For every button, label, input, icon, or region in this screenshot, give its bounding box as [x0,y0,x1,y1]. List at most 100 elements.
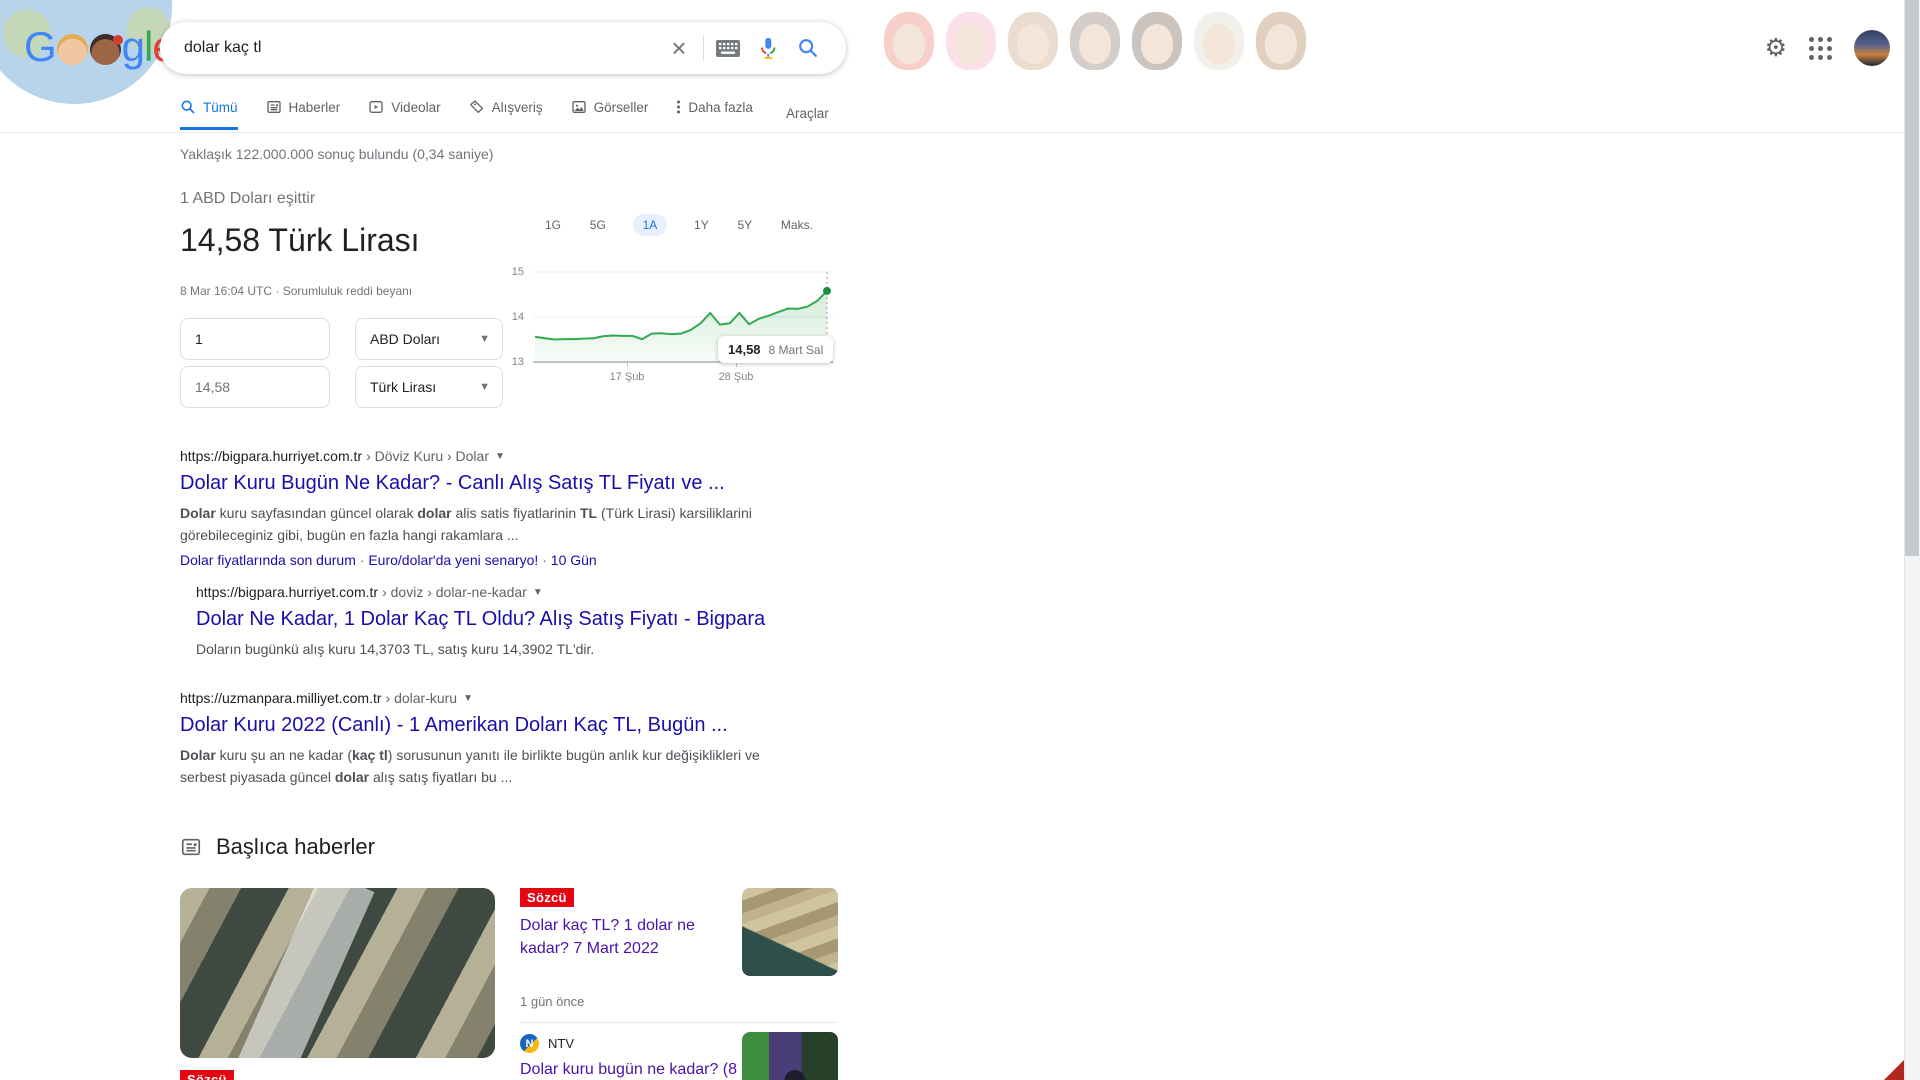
story-title-link[interactable]: Dolar kuru bugün ne kadar? (8 Mart 2022 … [520,1058,738,1080]
news-icon [180,836,202,858]
range-1a-selected[interactable]: 1A [633,214,668,236]
story-divider [520,1022,838,1023]
tab-images[interactable]: Görseller [571,99,649,127]
result-title-link[interactable]: Dolar Kuru 2022 (Canlı) - 1 Amerikan Dol… [180,714,820,737]
meta-separator: · [275,284,279,298]
logo-letter: G [24,26,56,68]
search-submit-icon[interactable] [788,28,828,68]
search-bar: × [160,22,846,74]
tab-videos[interactable]: Videolar [368,99,440,127]
search-input[interactable] [184,39,659,57]
result-cite[interactable]: https://bigpara.hurriyet.com.tr › doviz … [196,584,836,600]
top-stories-header: Başlıca haberler [180,834,375,860]
amount-to-input[interactable] [180,366,330,408]
sitelink[interactable]: Euro/dolar'da yeni senaryo! [368,552,538,568]
y-axis-tick: 13 [500,356,524,368]
result-cite[interactable]: https://uzmanpara.milliyet.com.tr › dola… [180,690,820,706]
ntv-logo-icon: N [520,1034,539,1053]
result-sitelinks: Dolar fiyatlarında son durum · Euro/dola… [180,552,820,568]
range-1g[interactable]: 1G [543,214,563,236]
tooltip-date: 8 Mart Sal [769,343,824,357]
story-thumbnail-dollars[interactable] [742,888,838,976]
result-url: https://bigpara.hurriyet.com.tr [180,448,362,464]
result-title-link[interactable]: Dolar Kuru Bugün Ne Kadar? - Canlı Alış … [180,472,820,495]
google-apps-icon[interactable] [1805,33,1836,64]
story-timestamp: 1 gün önce [520,994,584,1009]
breadcrumb: › dolar-kuru [386,690,458,706]
tab-more[interactable]: Daha fazla [676,99,753,127]
tab-label: Görseller [594,100,649,115]
top-story-image-dollar-bills[interactable] [180,888,495,1058]
amount-from-input[interactable] [180,318,330,360]
result-cite[interactable]: https://bigpara.hurriyet.com.tr › Döviz … [180,448,820,464]
tab-all[interactable]: Tümü [180,99,238,130]
result-options-icon[interactable]: ▼ [533,587,543,598]
range-1y[interactable]: 1Y [692,214,711,236]
profile-avatar[interactable] [1854,30,1890,66]
womens-day-doodle-banner[interactable] [884,12,1306,70]
sitelink[interactable]: 10 Gün [551,552,597,568]
chart-tooltip: 14,58 8 Mart Sal [718,336,833,363]
scrollbar-thumb[interactable] [1905,0,1919,556]
tools-button[interactable]: Araçlar [786,106,829,121]
mic-icon[interactable] [748,28,788,68]
google-doodle-logo[interactable]: Ggle [24,26,175,68]
doodle-banner-face-icon [1070,12,1120,70]
corner-marker [1884,1060,1904,1080]
chart-range-tabs: 1G 5G 1A 1Y 5Y Maks. [543,214,815,236]
keyboard-icon[interactable] [708,28,748,68]
currency-to-value: Türk Lirası [370,379,436,395]
tooltip-value: 14,58 [728,342,761,357]
converter-row-from: ABD Doları ▼ [180,318,503,360]
search-result: https://uzmanpara.milliyet.com.tr › dola… [180,690,820,788]
scrollbar-track[interactable] [1904,0,1920,1080]
currency-to-select[interactable]: Türk Lirası ▼ [355,366,503,408]
y-axis-tick: 14 [500,311,524,323]
search-result: https://bigpara.hurriyet.com.tr › Döviz … [180,448,820,568]
doodle-banner-face-icon [946,12,996,70]
chevron-down-icon: ▼ [479,333,490,345]
result-options-icon[interactable]: ▼ [463,693,473,704]
tab-label: Tümü [203,100,238,115]
range-max[interactable]: Maks. [779,214,815,236]
story-title-link[interactable]: Dolar kaç TL? 1 dolar ne kadar? 7 Mart 2… [520,914,728,960]
sitelink-separator: · [360,552,365,568]
disclaimer-link[interactable]: Sorumluluk reddi beyanı [283,284,412,298]
tab-label: Daha fazla [688,100,753,115]
tab-shopping[interactable]: Alışveriş [469,99,543,127]
logo-letter: g [122,26,144,68]
sitelink[interactable]: Dolar fiyatlarında son durum [180,552,356,568]
y-axis-tick: 15 [500,266,524,278]
converter-timestamp: 8 Mar 16:04 UTC [180,284,272,298]
story-thumbnail-banknote[interactable] [742,1032,838,1080]
range-5g[interactable]: 5G [588,214,608,236]
x-axis-tick: 28 Şub [706,371,766,383]
converter-meta: 8 Mar 16:04 UTC · Sorumluluk reddi beyan… [180,284,412,298]
range-5y[interactable]: 5Y [735,214,754,236]
currency-from-value: ABD Doları [370,331,440,347]
result-url: https://bigpara.hurriyet.com.tr [196,584,378,600]
x-axis-tick: 17 Şub [597,371,657,383]
clear-search-icon[interactable]: × [659,28,699,68]
doodle-banner-face-icon [1194,12,1244,70]
header-right-icons: ⚙ [1765,30,1890,66]
tab-label: Alışveriş [492,100,543,115]
search-tabs: Tümü Haberler Videolar Alışveriş Görsell… [180,99,753,127]
x-axis-tickmark [627,362,628,367]
tab-news[interactable]: Haberler [266,99,341,127]
doodle-banner-face-icon [1132,12,1182,70]
currency-from-select[interactable]: ABD Doları ▼ [355,318,503,360]
breadcrumb: › Döviz Kuru › Dolar [366,448,489,464]
result-snippet: Dolar kuru sayfasından güncel olarak dol… [180,502,792,546]
result-title-link[interactable]: Dolar Ne Kadar, 1 Dolar Kaç TL Oldu? Alı… [196,608,836,631]
result-options-icon[interactable]: ▼ [495,451,505,462]
result-url: https://uzmanpara.milliyet.com.tr [180,690,382,706]
sozcu-source-logo: Sözcü [520,888,574,907]
doodle-banner-face-icon [1256,12,1306,70]
top-stories-title: Başlıca haberler [216,834,375,860]
converter-result: 14,58 Türk Lirası [180,222,420,259]
tab-label: Haberler [289,100,341,115]
doodle-banner-face-icon [884,12,934,70]
settings-gear-icon[interactable]: ⚙ [1765,36,1787,61]
breadcrumb: › doviz › dolar-ne-kadar [382,584,527,600]
